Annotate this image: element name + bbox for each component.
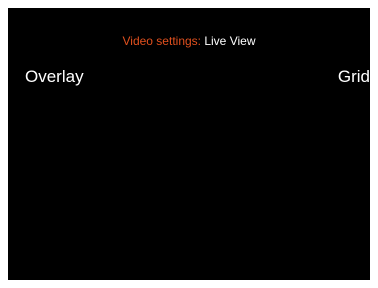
setting-name-label: Overlay [25,67,84,86]
camera-menu-screen: Video settings: Live View Overlay Grid [8,8,370,280]
setting-value-label[interactable]: Grid [338,66,370,88]
menu-section-label: Video settings: [122,34,205,48]
menu-header: Video settings: Live View [8,34,370,48]
setting-row-overlay[interactable]: Overlay Grid [8,66,370,90]
menu-page-title: Live View [204,34,256,48]
